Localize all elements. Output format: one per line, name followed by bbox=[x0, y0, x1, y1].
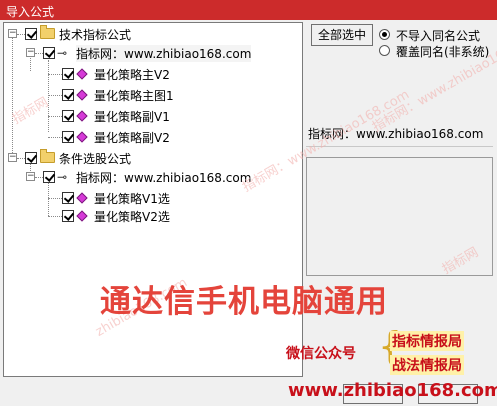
folder-icon bbox=[40, 25, 55, 39]
tree-source-node[interactable]: − ⊸ 指标网：www.zhibiao168.com bbox=[4, 44, 302, 62]
tree-formula-item[interactable]: 量化策略副V2 bbox=[4, 128, 302, 146]
promo-headline: 通达信手机电脑通用 bbox=[100, 284, 388, 320]
tree-line bbox=[17, 158, 25, 159]
tree-line bbox=[48, 95, 62, 96]
formula-checkbox[interactable] bbox=[62, 192, 74, 204]
formula-icon bbox=[76, 131, 88, 143]
select-all-button[interactable]: 全部选中 bbox=[311, 24, 373, 46]
promo-tag-2: 战法情报局 bbox=[390, 355, 464, 375]
formula-icon bbox=[76, 192, 88, 204]
formula-icon bbox=[76, 210, 88, 222]
tree-line bbox=[17, 34, 25, 35]
title-bar: 导入公式 bbox=[0, 0, 497, 20]
collapse-toggle[interactable]: − bbox=[8, 153, 17, 162]
tree-line bbox=[48, 137, 62, 138]
source-checkbox[interactable] bbox=[43, 171, 55, 183]
folder-icon bbox=[40, 149, 55, 163]
group-label: 技术指标公式 bbox=[59, 28, 132, 42]
source-label: 指标网：www.zhibiao168.com bbox=[76, 45, 252, 62]
formula-checkbox[interactable] bbox=[62, 131, 74, 143]
tree-formula-item[interactable]: 量化策略V2选 bbox=[4, 207, 302, 225]
collapse-toggle[interactable]: − bbox=[26, 172, 35, 181]
radio-no-import[interactable] bbox=[379, 29, 390, 40]
formula-label: 量化策略主图1 bbox=[94, 89, 174, 103]
formula-checkbox[interactable] bbox=[62, 110, 74, 122]
radio-overwrite[interactable] bbox=[379, 45, 390, 56]
formula-tree[interactable]: − 技术指标公式 − ⊸ 指标网：www.zhibiao168.com 量化策略… bbox=[3, 22, 303, 377]
tree-formula-item[interactable]: 量化策略主图1 bbox=[4, 86, 302, 104]
key-icon: ⊸ bbox=[57, 170, 68, 184]
window-title: 导入公式 bbox=[6, 5, 55, 19]
group-checkbox[interactable] bbox=[25, 28, 37, 40]
formula-checkbox[interactable] bbox=[62, 210, 74, 222]
divider bbox=[306, 146, 493, 147]
tree-group-indicators[interactable]: − 技术指标公式 bbox=[4, 25, 302, 43]
tree-line bbox=[35, 53, 43, 54]
formula-label: 量化策略V2选 bbox=[94, 210, 170, 224]
tree-line bbox=[35, 177, 43, 178]
source-label: 指标网：www.zhibiao168.com bbox=[76, 171, 252, 185]
formula-label: 量化策略副V2 bbox=[94, 131, 170, 145]
formula-icon bbox=[76, 110, 88, 122]
formula-label: 量化策略V1选 bbox=[94, 192, 170, 206]
tree-line bbox=[48, 116, 62, 117]
collapse-toggle[interactable]: − bbox=[26, 48, 35, 57]
formula-icon bbox=[76, 89, 88, 101]
formula-label: 量化策略主V2 bbox=[94, 68, 170, 82]
collapse-toggle[interactable]: − bbox=[8, 29, 17, 38]
tree-formula-item[interactable]: 量化策略主V2 bbox=[4, 65, 302, 83]
tree-line bbox=[48, 74, 62, 75]
group-checkbox[interactable] bbox=[25, 152, 37, 164]
group-label: 条件选股公式 bbox=[59, 152, 132, 166]
tree-line bbox=[48, 198, 62, 199]
promo-site: www.zhibiao168.com bbox=[288, 380, 497, 401]
radio-no-import-label: 不导入同名公式 bbox=[396, 29, 481, 43]
formula-checkbox[interactable] bbox=[62, 68, 74, 80]
formula-label: 量化策略副V1 bbox=[94, 110, 170, 124]
promo-tag-1: 指标情报局 bbox=[390, 331, 464, 351]
tree-formula-item[interactable]: 量化策略副V1 bbox=[4, 107, 302, 125]
tree-formula-item[interactable]: 量化策略V1选 bbox=[4, 189, 302, 207]
source-checkbox[interactable] bbox=[43, 47, 55, 59]
wechat-label: 微信公众号 bbox=[286, 346, 356, 362]
tree-line bbox=[48, 216, 62, 217]
formula-checkbox[interactable] bbox=[62, 89, 74, 101]
key-icon: ⊸ bbox=[57, 46, 68, 60]
formula-icon bbox=[76, 68, 88, 80]
tree-group-screening[interactable]: − 条件选股公式 bbox=[4, 149, 302, 167]
